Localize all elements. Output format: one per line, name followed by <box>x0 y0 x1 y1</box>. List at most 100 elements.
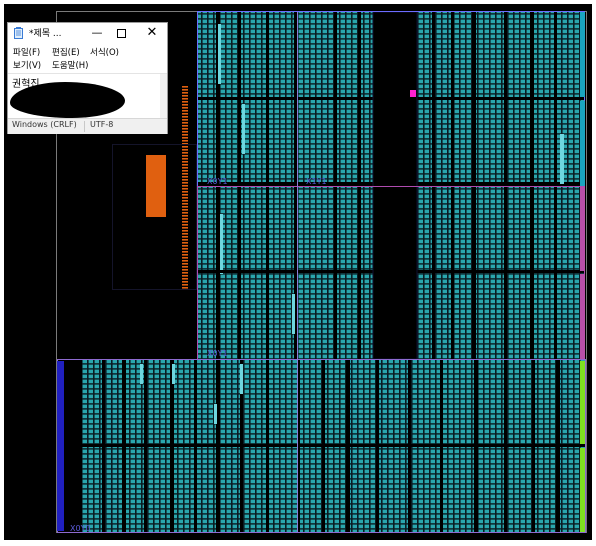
placed-cell <box>182 191 188 193</box>
placed-cell <box>182 188 188 190</box>
placed-cell <box>182 131 188 133</box>
minimize-button[interactable]: — <box>85 23 109 43</box>
row-gap <box>82 444 585 447</box>
io-bank-strip <box>580 361 585 444</box>
title-bar[interactable]: *제목 ... — ✕ <box>8 23 167 43</box>
column-separator <box>432 12 435 359</box>
menu-help[interactable]: 도움말(H) <box>52 59 88 71</box>
placed-cell <box>182 236 188 238</box>
placed-cell <box>182 164 188 166</box>
placed-cell <box>182 122 188 124</box>
placed-cell <box>182 173 188 175</box>
redaction-mark <box>10 82 125 118</box>
notepad-window[interactable]: *제목 ... — ✕ 파일(F) 편집(E) 서식(O) 보기(V) 도움말(… <box>7 22 168 134</box>
placed-cell <box>182 257 188 259</box>
placed-cell <box>182 146 188 148</box>
vertical-scrollbar[interactable] <box>160 74 167 120</box>
placed-cell <box>182 245 188 247</box>
placed-cell <box>182 248 188 250</box>
menu-format[interactable]: 서식(O) <box>90 46 119 58</box>
placed-cell <box>182 197 188 199</box>
menu-view[interactable]: 보기(V) <box>13 59 41 71</box>
line-ending-status: Windows (CRLF) <box>12 120 77 129</box>
placed-cell <box>182 89 188 91</box>
column-separator <box>530 12 534 359</box>
notepad-icon <box>14 27 23 39</box>
placed-cell <box>182 149 188 151</box>
column-separator <box>266 12 269 359</box>
resource-column <box>240 364 243 394</box>
placed-cell <box>182 161 188 163</box>
resource-column <box>172 364 175 384</box>
placed-cell <box>182 260 188 262</box>
menu-edit[interactable]: 편집(E) <box>52 46 80 58</box>
placed-cell <box>182 185 188 187</box>
placed-cell <box>182 170 188 172</box>
io-bank-strip <box>580 12 585 97</box>
placed-cell <box>182 125 188 127</box>
io-bank-strip <box>580 101 585 186</box>
placed-cell <box>182 242 188 244</box>
status-bar: Windows (CRLF) UTF-8 <box>8 118 167 134</box>
placed-cell <box>182 269 188 271</box>
io-bank-strip <box>580 274 585 359</box>
placed-cell <box>182 266 188 268</box>
placed-cell <box>182 251 188 253</box>
resource-column <box>220 214 223 274</box>
maximize-button[interactable] <box>109 23 133 43</box>
resource-column <box>560 134 564 184</box>
placed-cell <box>182 95 188 97</box>
text-editor[interactable]: 권혁진 <box>8 73 167 120</box>
resource-column <box>140 364 143 384</box>
placed-cell <box>182 203 188 205</box>
placed-cell <box>182 209 188 211</box>
menu-file[interactable]: 파일(F) <box>13 46 40 58</box>
placed-cell <box>182 233 188 235</box>
column-separator <box>238 12 241 359</box>
placed-cell <box>182 182 188 184</box>
placed-cell <box>182 221 188 223</box>
placed-cell <box>182 278 188 280</box>
pblock <box>146 155 166 217</box>
placed-cell <box>182 239 188 241</box>
placed-cell <box>182 206 188 208</box>
minimize-icon: — <box>91 26 103 39</box>
resource-column <box>292 294 295 334</box>
encoding-status: UTF-8 <box>90 120 114 129</box>
placed-cell <box>182 86 188 88</box>
placed-cell <box>182 194 188 196</box>
placed-cell <box>182 119 188 121</box>
placed-cell <box>182 101 188 103</box>
placed-cell <box>182 167 188 169</box>
column-separator <box>504 12 507 359</box>
close-button[interactable]: ✕ <box>137 23 167 43</box>
clock-region-label: X0Y1 <box>207 177 228 186</box>
placed-cell <box>182 104 188 106</box>
placed-cell <box>182 92 188 94</box>
placed-cell <box>182 98 188 100</box>
placed-cell <box>182 227 188 229</box>
placed-cell <box>182 287 188 289</box>
placed-cell <box>182 134 188 136</box>
placed-cell <box>182 110 188 112</box>
placed-cell <box>182 272 188 274</box>
maximize-icon <box>116 28 126 38</box>
io-bank-strip <box>57 361 64 531</box>
resource-column <box>218 24 221 84</box>
resource-column <box>214 404 217 424</box>
io-bank-strip <box>580 448 585 532</box>
placed-cell <box>182 107 188 109</box>
placed-cell <box>182 128 188 130</box>
placed-cell <box>182 158 188 160</box>
column-separator <box>334 12 337 359</box>
close-icon: ✕ <box>146 25 158 40</box>
placed-cell <box>182 230 188 232</box>
clock-region-label: X0Y1 <box>207 349 228 358</box>
status-separator <box>84 121 85 132</box>
placed-cell <box>182 113 188 115</box>
placed-cell <box>182 215 188 217</box>
placed-cell <box>182 263 188 265</box>
placed-cell <box>182 200 188 202</box>
empty-region <box>373 12 417 359</box>
column-separator <box>554 12 557 359</box>
